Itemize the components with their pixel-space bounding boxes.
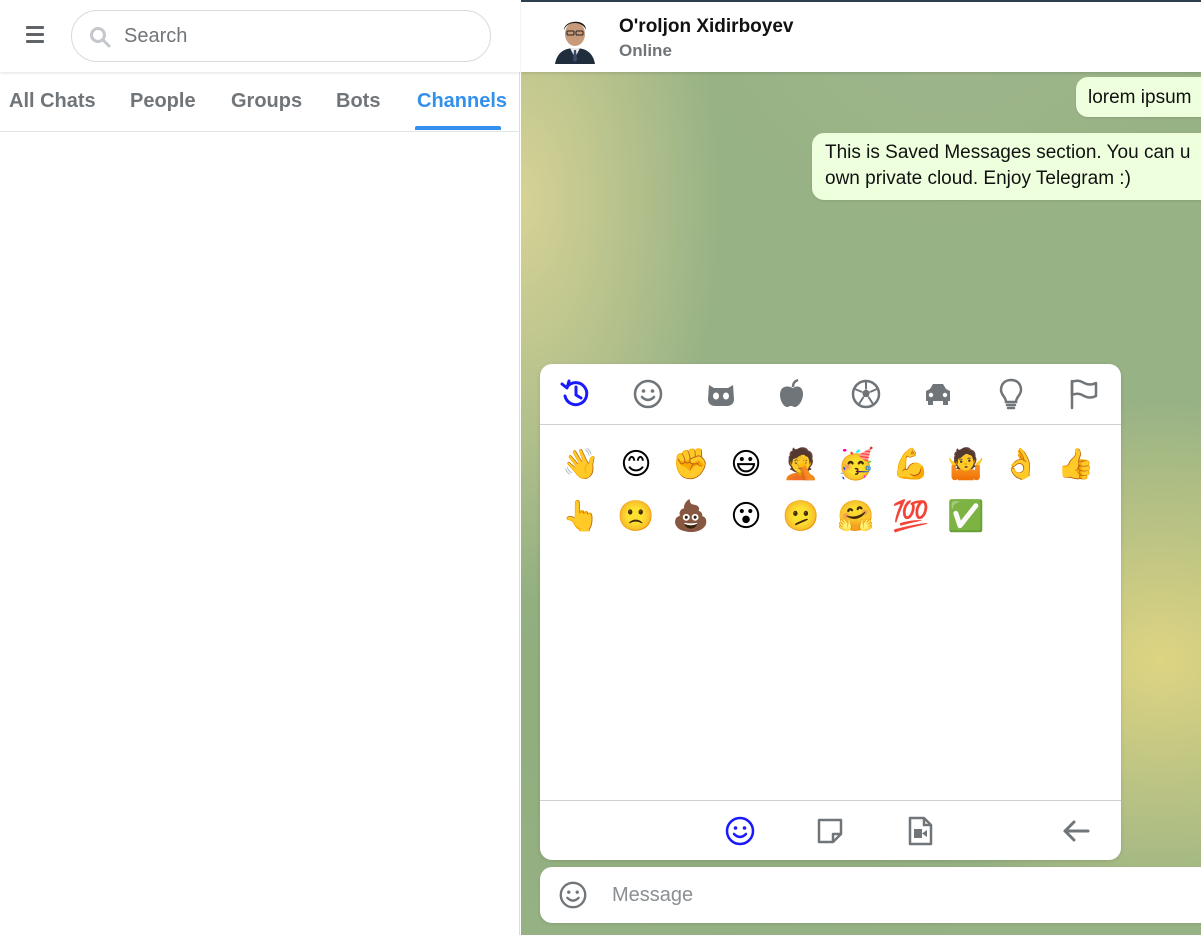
tab-bots[interactable]: Bots (336, 90, 380, 113)
chat-status: Online (619, 41, 672, 60)
emoji-item[interactable]: 👆 (560, 496, 602, 538)
search-input[interactable] (124, 21, 474, 51)
emoji-item[interactable]: 🤗 (835, 496, 877, 538)
emoji-picker: 👋 😊 ✊ 😃 🤦 🥳 💪 🤷 👌 👍 👆 🙁 💩 😮 🫤 🤗 💯 ✅ (540, 364, 1121, 860)
gif-tab-icon[interactable] (903, 814, 937, 848)
emoji-item[interactable]: 🥳 (835, 444, 877, 486)
message-text: This is Saved Messages section. You can … (825, 142, 1191, 163)
emoji-item[interactable]: 😮 (725, 496, 767, 538)
message-text: lorem ipsum (1088, 87, 1192, 108)
emoji-item[interactable]: 👌 (1000, 444, 1042, 486)
flags-icon[interactable] (1066, 377, 1100, 411)
emoji-item[interactable]: ✅ (945, 496, 987, 538)
emoji-item[interactable]: 🤦 (780, 444, 822, 486)
emoji-item[interactable]: 🤷 (945, 444, 987, 486)
tab-people[interactable]: People (130, 90, 196, 113)
active-tab-indicator (415, 126, 501, 130)
food-icon[interactable] (776, 377, 810, 411)
emoji-item[interactable]: 👋 (560, 444, 602, 486)
chat-list-panel: All Chats People Groups Bots Channels (0, 0, 520, 935)
message-bubble[interactable]: This is Saved Messages section. You can … (812, 133, 1201, 200)
emoji-item[interactable]: 💩 (670, 496, 712, 538)
travel-icon[interactable] (921, 377, 955, 411)
chat-panel: O'roljon Xidirboyev Online lorem ipsum T… (521, 0, 1201, 935)
emoji-picker-footer (540, 800, 1121, 860)
search-icon (90, 27, 111, 48)
chat-header[interactable]: O'roljon Xidirboyev Online (521, 0, 1201, 72)
message-input[interactable] (612, 879, 1192, 911)
message-composer (540, 867, 1201, 923)
tab-channels[interactable]: Channels (417, 90, 507, 113)
objects-icon[interactable] (994, 377, 1028, 411)
emoji-item[interactable]: 👍 (1055, 444, 1097, 486)
emoji-toggle-icon[interactable] (557, 879, 589, 911)
emoji-item[interactable]: 💯 (890, 496, 932, 538)
emoji-item[interactable]: 😊 (615, 444, 657, 486)
smiley-icon[interactable] (631, 377, 665, 411)
chat-title: O'roljon Xidirboyev (619, 16, 794, 37)
back-icon[interactable] (1059, 814, 1093, 848)
search-box[interactable] (71, 10, 491, 62)
emoji-item[interactable]: 😃 (725, 444, 767, 486)
sticker-tab-icon[interactable] (813, 814, 847, 848)
recent-icon[interactable] (559, 377, 593, 411)
sidebar-header (0, 0, 520, 72)
menu-icon[interactable] (26, 26, 46, 46)
emoji-item[interactable]: 🙁 (615, 496, 657, 538)
avatar[interactable] (551, 12, 599, 64)
emoji-item[interactable]: 🫤 (780, 496, 822, 538)
emoji-item[interactable]: 💪 (890, 444, 932, 486)
emoji-tab-icon[interactable] (723, 814, 757, 848)
chat-folder-tabs: All Chats People Groups Bots Channels (0, 72, 520, 132)
emoji-item[interactable]: ✊ (670, 444, 712, 486)
activity-icon[interactable] (849, 377, 883, 411)
tab-all-chats[interactable]: All Chats (9, 90, 96, 113)
emoji-category-bar (540, 364, 1121, 425)
tab-groups[interactable]: Groups (231, 90, 302, 113)
message-bubble[interactable]: lorem ipsum (1076, 77, 1201, 117)
message-text: own private cloud. Enjoy Telegram :) (825, 168, 1131, 189)
animals-icon[interactable] (704, 377, 738, 411)
